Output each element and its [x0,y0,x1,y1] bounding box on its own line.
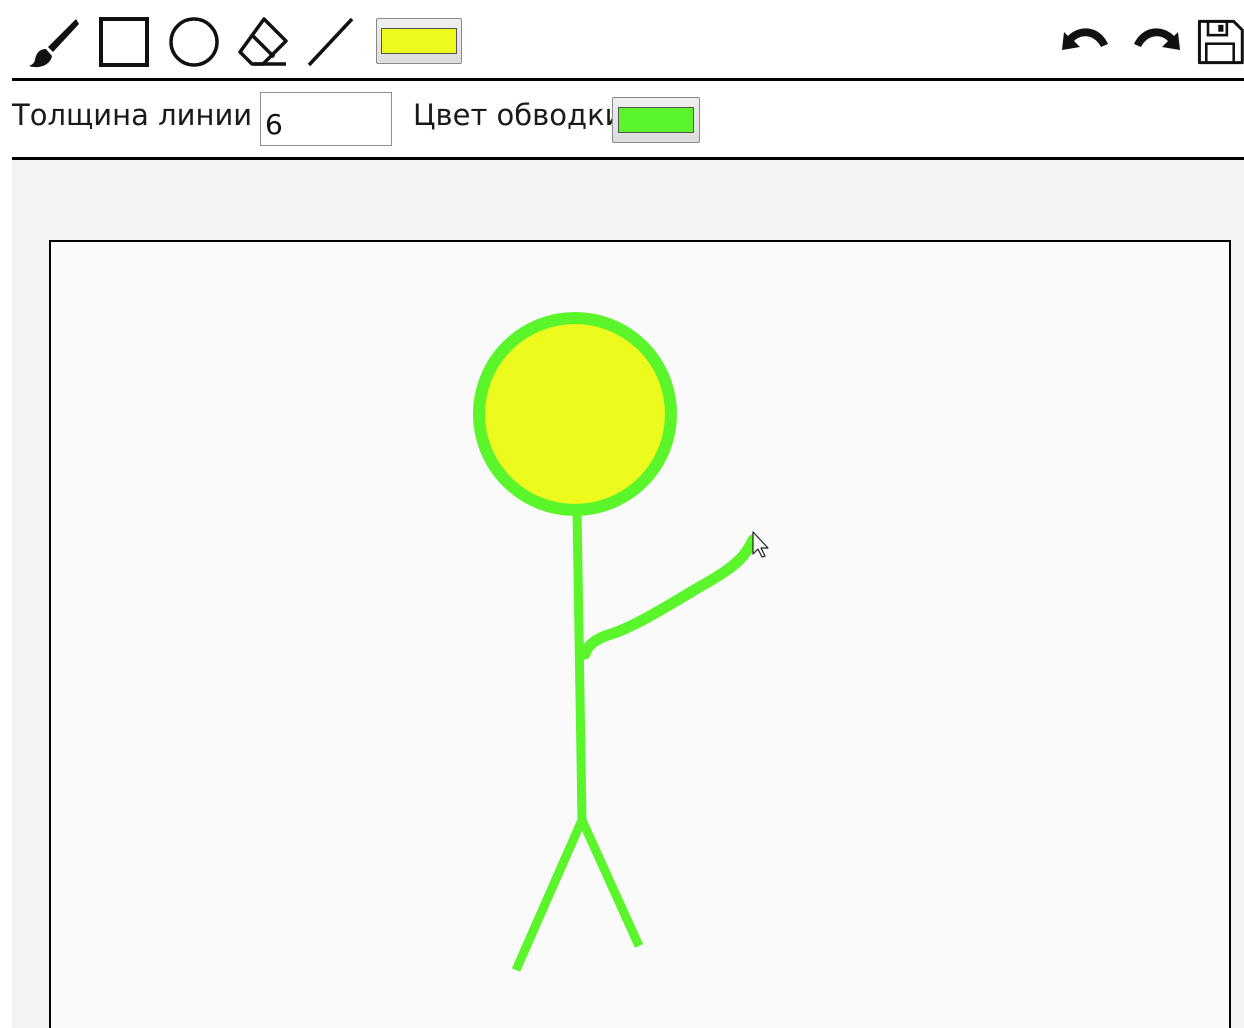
stroke-color-label: Цвет обводки [413,98,624,132]
fill-color-swatch [381,28,457,54]
settings-bar: Толщина линии Цвет обводки [12,81,1244,160]
stroke-color-swatch [618,107,694,133]
toolbar [12,0,1244,81]
circle-icon [169,17,219,67]
right-leg-line [577,818,644,948]
head-circle [473,312,677,516]
workspace [12,160,1244,1028]
arm-stroke [579,534,759,660]
undo-button[interactable] [1058,14,1114,70]
rectangle-icon [99,17,149,67]
line-icon [307,17,354,67]
circle-tool[interactable] [166,14,222,70]
floppy-disk-icon [1197,19,1244,65]
eraser-icon [238,17,288,66]
drawing-canvas[interactable] [49,240,1231,1028]
brush-tool[interactable] [26,14,82,70]
brush-icon [29,19,79,68]
thickness-input[interactable] [260,92,392,146]
redo-button[interactable] [1128,14,1184,70]
save-button[interactable] [1196,14,1244,70]
eraser-tool[interactable] [234,14,290,70]
paint-app: Толщина линии Цвет обводки [0,0,1244,1028]
redo-icon [1134,28,1180,50]
undo-icon [1062,28,1108,50]
fill-color-picker[interactable] [376,18,462,64]
body-line [572,509,587,821]
stroke-color-picker[interactable] [612,97,700,143]
mouse-cursor-icon [752,531,769,558]
left-leg-line [511,818,587,972]
line-tool[interactable] [302,14,358,70]
thickness-label: Толщина линии [12,98,253,132]
stick-figure-drawing [473,312,769,972]
rectangle-tool[interactable] [96,14,152,70]
